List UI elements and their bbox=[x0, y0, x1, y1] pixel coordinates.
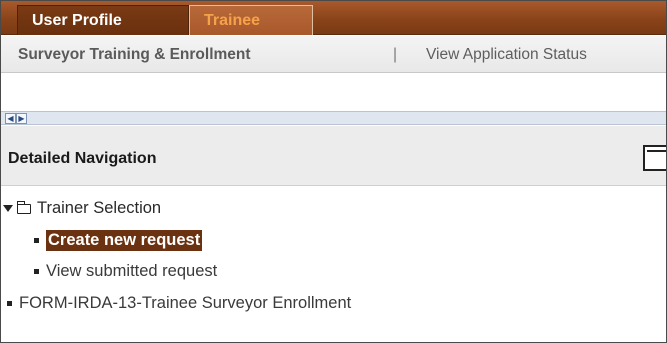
scroll-strip: ◀ ▶ bbox=[1, 111, 666, 125]
collapse-panel-icon[interactable] bbox=[643, 145, 666, 171]
tree-item-label: View submitted request bbox=[46, 262, 218, 280]
tab-user-profile[interactable]: User Profile bbox=[17, 5, 189, 35]
tab-trainee[interactable]: Trainee bbox=[189, 5, 313, 35]
subnav-view-application-status[interactable]: View Application Status bbox=[426, 46, 587, 64]
tree-folder-label: Trainer Selection bbox=[37, 199, 162, 217]
bullet-icon bbox=[34, 238, 39, 244]
tree-item-view-submitted-request[interactable]: View submitted request bbox=[34, 258, 217, 284]
tree-folder-trainer-selection[interactable]: Trainer Selection bbox=[3, 195, 161, 221]
tree-item-form-irda-13[interactable]: FORM-IRDA-13-Trainee Surveyor Enrollment bbox=[7, 290, 351, 316]
subnav-surveyor-training[interactable]: Surveyor Training & Enrollment bbox=[18, 46, 251, 64]
scroll-left-arrow-icon[interactable]: ◀ bbox=[5, 113, 16, 124]
tree-item-label: FORM-IRDA-13-Trainee Surveyor Enrollment bbox=[19, 294, 352, 312]
secondary-navigation: Surveyor Training & Enrollment | View Ap… bbox=[1, 36, 666, 73]
top-tab-bar: User Profile Trainee bbox=[1, 1, 666, 35]
folder-icon bbox=[16, 200, 31, 214]
tree-item-label-selected: Create new request bbox=[46, 230, 203, 251]
expand-caret-icon[interactable] bbox=[3, 205, 13, 213]
detailed-navigation-header: Detailed Navigation bbox=[1, 126, 666, 186]
navigation-tree: Trainer Selection Create new request Vie… bbox=[1, 187, 666, 342]
bullet-icon bbox=[7, 301, 12, 307]
tree-item-create-new-request[interactable]: Create new request bbox=[34, 227, 203, 253]
bullet-icon bbox=[34, 269, 39, 275]
scroll-right-arrow-icon[interactable]: ▶ bbox=[16, 113, 27, 124]
app-window: User Profile Trainee Surveyor Training &… bbox=[0, 0, 667, 343]
detailed-navigation-title: Detailed Navigation bbox=[8, 150, 157, 167]
subnav-separator: | bbox=[393, 46, 398, 63]
